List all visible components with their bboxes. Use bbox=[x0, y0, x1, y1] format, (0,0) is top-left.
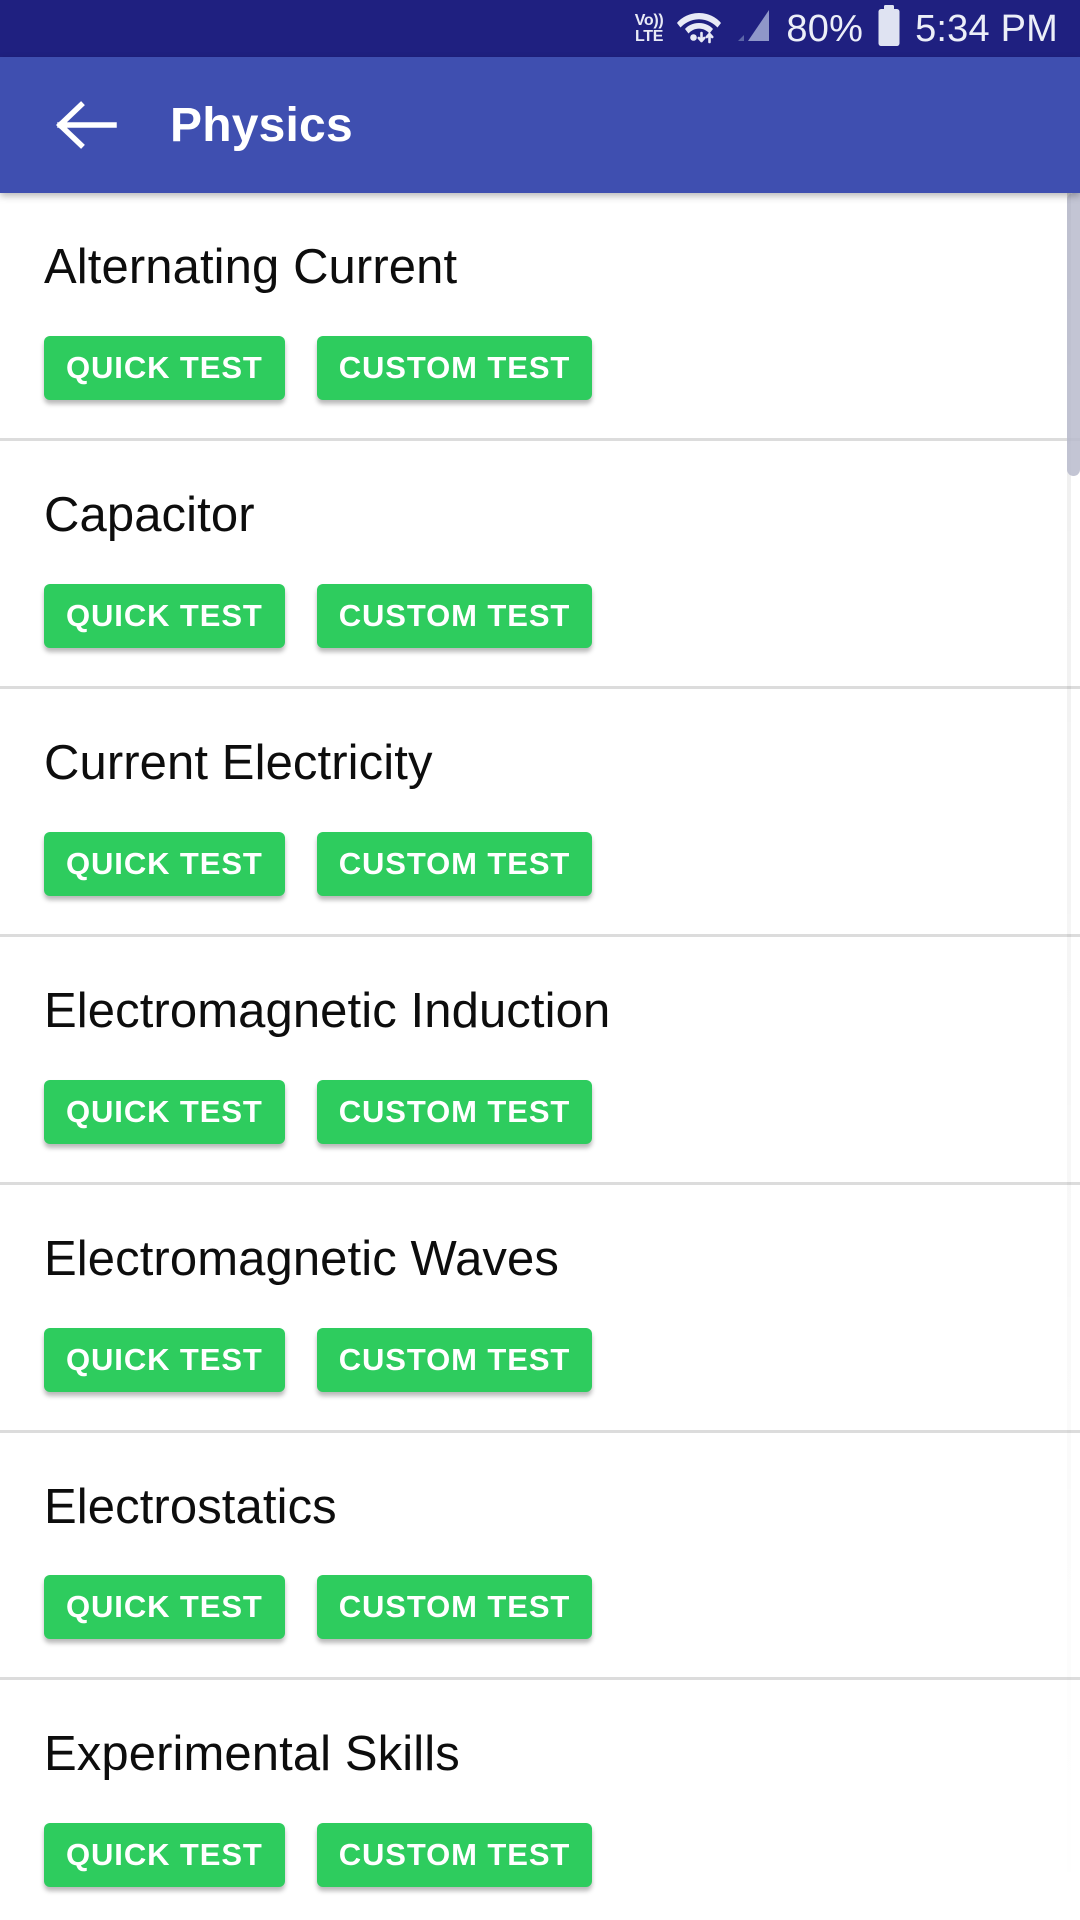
list-item[interactable]: Electromagnetic Waves QUICK TEST CUSTOM … bbox=[0, 1184, 1080, 1433]
custom-test-button[interactable]: CUSTOM TEST bbox=[316, 1079, 593, 1144]
topic-title: Capacitor bbox=[44, 487, 255, 542]
topic-actions: QUICK TEST CUSTOM TEST bbox=[0, 1079, 1080, 1144]
topic-actions: QUICK TEST CUSTOM TEST bbox=[0, 1327, 1080, 1392]
battery-icon bbox=[876, 5, 902, 52]
topic-list[interactable]: Alternating Current QUICK TEST CUSTOM TE… bbox=[0, 193, 1080, 1920]
volte-icon: Vo)) LTE bbox=[634, 11, 664, 45]
custom-test-button[interactable]: CUSTOM TEST bbox=[316, 831, 593, 896]
topic-title: Electromagnetic Waves bbox=[44, 1231, 559, 1286]
custom-test-button[interactable]: CUSTOM TEST bbox=[316, 1327, 593, 1392]
status-bar: Vo)) LTE 80% 5:34 PM bbox=[0, 0, 1080, 57]
custom-test-button[interactable]: CUSTOM TEST bbox=[316, 335, 593, 400]
quick-test-button[interactable]: QUICK TEST bbox=[44, 1823, 285, 1888]
topic-title: Electromagnetic Induction bbox=[44, 983, 611, 1038]
quick-test-button[interactable]: QUICK TEST bbox=[44, 583, 285, 648]
topic-title: Alternating Current bbox=[44, 240, 458, 294]
quick-test-button[interactable]: QUICK TEST bbox=[44, 335, 285, 400]
topic-actions: QUICK TEST CUSTOM TEST bbox=[0, 335, 1080, 400]
list-item[interactable]: Electromagnetic Induction QUICK TEST CUS… bbox=[0, 936, 1080, 1185]
quick-test-button[interactable]: QUICK TEST bbox=[44, 831, 285, 896]
list-item[interactable]: Experimental Skills QUICK TEST CUSTOM TE… bbox=[0, 1680, 1080, 1920]
custom-test-button[interactable]: CUSTOM TEST bbox=[316, 1823, 593, 1888]
app-bar: Physics bbox=[0, 57, 1080, 193]
quick-test-button[interactable]: QUICK TEST bbox=[44, 1327, 285, 1392]
clock-label: 5:34 PM bbox=[915, 7, 1058, 50]
volte-top-label: Vo)) bbox=[634, 11, 664, 29]
list-item[interactable]: Alternating Current QUICK TEST CUSTOM TE… bbox=[0, 193, 1080, 441]
topic-actions: QUICK TEST CUSTOM TEST bbox=[0, 1823, 1080, 1888]
arrow-back-icon[interactable] bbox=[54, 92, 120, 158]
battery-percent-label: 80% bbox=[786, 7, 864, 50]
topic-title: Current Electricity bbox=[44, 735, 433, 790]
topic-actions: QUICK TEST CUSTOM TEST bbox=[0, 831, 1080, 896]
custom-test-button[interactable]: CUSTOM TEST bbox=[316, 583, 593, 648]
signal-icon bbox=[735, 7, 773, 50]
app-screen: Vo)) LTE 80% 5:34 PM Physics Alternating… bbox=[0, 0, 1080, 1920]
page-title: Physics bbox=[170, 98, 353, 152]
custom-test-button[interactable]: CUSTOM TEST bbox=[316, 1575, 593, 1640]
topic-actions: QUICK TEST CUSTOM TEST bbox=[0, 583, 1080, 648]
topic-title: Electrostatics bbox=[44, 1479, 337, 1534]
wifi-icon bbox=[676, 6, 722, 51]
quick-test-button[interactable]: QUICK TEST bbox=[44, 1079, 285, 1144]
topic-actions: QUICK TEST CUSTOM TEST bbox=[0, 1575, 1080, 1640]
status-bar-icons: Vo)) LTE 80% 5:34 PM bbox=[635, 5, 1058, 52]
list-item[interactable]: Electrostatics QUICK TEST CUSTOM TEST bbox=[0, 1432, 1080, 1681]
list-item[interactable]: Current Electricity QUICK TEST CUSTOM TE… bbox=[0, 688, 1080, 937]
list-item[interactable]: Capacitor QUICK TEST CUSTOM TEST bbox=[0, 440, 1080, 689]
volte-bottom-label: LTE bbox=[634, 27, 664, 45]
quick-test-button[interactable]: QUICK TEST bbox=[44, 1575, 285, 1640]
topic-title: Experimental Skills bbox=[44, 1727, 460, 1782]
